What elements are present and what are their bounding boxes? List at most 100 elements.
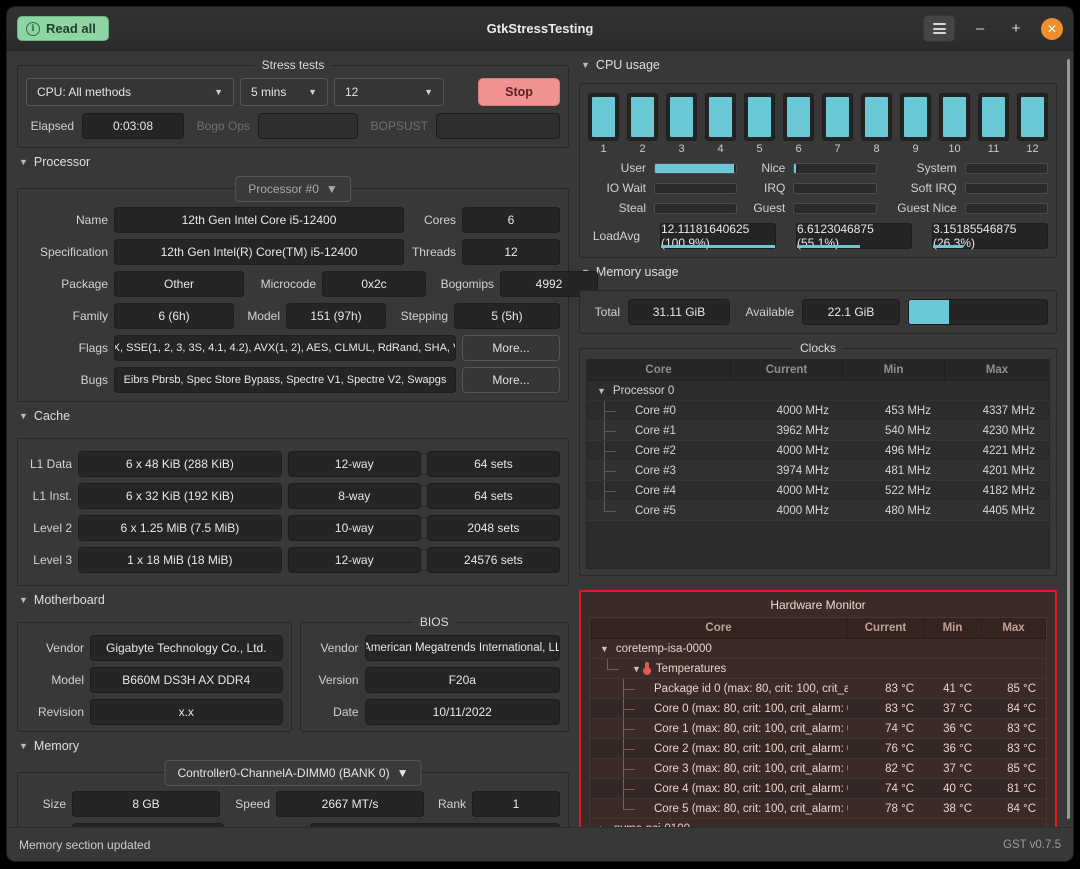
clocks-group-row[interactable]: ▼ Processor 0: [587, 381, 1049, 401]
flags-field[interactable]: MMX, SSE(1, 2, 3, 3S, 4.1, 4.2), AVX(1, …: [114, 335, 456, 361]
stress-duration-dropdown[interactable]: 5 mins▼: [240, 78, 328, 106]
clock-core-row[interactable]: Core #1 3962 MHz 540 MHz 4230 MHz: [587, 421, 1049, 441]
cpu-usage-section-expander[interactable]: ▼ CPU usage: [581, 58, 1057, 72]
maximize-button[interactable]: +: [1005, 18, 1027, 40]
hwmon-sensor-row[interactable]: Package id 0 (max: 80, crit: 100, crit_a…: [590, 679, 1046, 699]
bugs-field[interactable]: Eibrs Pbrsb, Spec Store Bypass, Spectre …: [114, 367, 456, 393]
clock-core-row[interactable]: Core #0 4000 MHz 453 MHz 4337 MHz: [587, 401, 1049, 421]
model-field[interactable]: 151 (97h): [286, 303, 386, 329]
stress-method-dropdown[interactable]: CPU: All methods▼: [26, 78, 234, 106]
loadavg-progress: [797, 245, 860, 248]
mem-available-field[interactable]: 22.1 GiB: [802, 299, 900, 325]
hwmon-sensor-row[interactable]: Core 2 (max: 80, crit: 100, crit_alarm: …: [590, 739, 1046, 759]
mobo-revision-field[interactable]: x.x: [90, 699, 283, 725]
hwmon-collapsed-device-row[interactable]: ▶ nvme-pci-0100: [590, 819, 1046, 827]
app-version: GST v0.7.5: [1003, 839, 1061, 851]
cpu-core-number: 1: [588, 143, 619, 155]
cache-ways-field[interactable]: 12-way: [288, 547, 421, 573]
memory-usage-section-expander[interactable]: ▼ Memory usage: [581, 265, 1057, 279]
bios-version-field[interactable]: F20a: [365, 667, 560, 693]
loadavg-label: LoadAvg: [588, 229, 640, 243]
dimm-selector-dropdown[interactable]: Controller0-ChannelA-DIMM0 (BANK 0)▼: [165, 760, 422, 786]
temp-min: 40 °C: [924, 783, 982, 795]
hwmon-sensor-row[interactable]: Core 1 (max: 80, crit: 100, crit_alarm: …: [590, 719, 1046, 739]
loadavg-field[interactable]: 12.11181640625 (100.9%): [660, 223, 776, 249]
usage-label: Nice: [745, 161, 785, 175]
specification-field[interactable]: 12th Gen Intel(R) Core(TM) i5-12400: [114, 239, 404, 265]
flags-more-button[interactable]: More...: [462, 335, 560, 361]
cpu-core-bar-fill: [709, 97, 732, 137]
cache-sets-field[interactable]: 2048 sets: [427, 515, 560, 541]
clock-min: 480 MHz: [843, 505, 945, 517]
bios-date-field[interactable]: 10/11/2022: [365, 699, 560, 725]
bugs-more-button[interactable]: More...: [462, 367, 560, 393]
cpu-core-number: 8: [861, 143, 892, 155]
vertical-scrollbar[interactable]: [1067, 59, 1070, 819]
processor-section-expander[interactable]: ▼ Processor: [19, 155, 569, 169]
family-field[interactable]: 6 (6h): [114, 303, 234, 329]
bios-date-label: Date: [309, 705, 359, 719]
threads-field[interactable]: 12: [462, 239, 560, 265]
cache-size-field[interactable]: 6 x 1.25 MiB (7.5 MiB): [78, 515, 282, 541]
processor-selector-dropdown[interactable]: Processor #0▼: [235, 176, 351, 202]
temp-current: 83 °C: [848, 683, 924, 695]
elapsed-field[interactable]: 0:03:08: [82, 113, 184, 139]
mem-size-field[interactable]: 8 GB: [72, 791, 220, 817]
cores-field[interactable]: 6: [462, 207, 560, 233]
hwmon-sensor-row[interactable]: Core 3 (max: 80, crit: 100, crit_alarm: …: [590, 759, 1046, 779]
hwmon-device-row[interactable]: ▼ coretemp-isa-0000: [590, 639, 1046, 659]
mem-speed-field[interactable]: 2667 MT/s: [276, 791, 424, 817]
loadavg-field[interactable]: 3.15185546875 (26.3%): [932, 223, 1048, 249]
clock-core-row[interactable]: Core #3 3974 MHz 481 MHz 4201 MHz: [587, 461, 1049, 481]
minimize-button[interactable]: –: [969, 18, 991, 40]
cache-sets-field[interactable]: 64 sets: [427, 483, 560, 509]
bios-vendor-field[interactable]: American Megatrends International, LL: [365, 635, 560, 661]
clock-core-row[interactable]: Core #2 4000 MHz 496 MHz 4221 MHz: [587, 441, 1049, 461]
memory-section-expander[interactable]: ▼ Memory: [19, 739, 569, 753]
mem-type-field[interactable]: DDR4: [72, 823, 224, 827]
temp-min: 38 °C: [924, 803, 982, 815]
stress-workers-dropdown[interactable]: 12▼: [334, 78, 444, 106]
cache-sets-field[interactable]: 24576 sets: [427, 547, 560, 573]
clock-core-row[interactable]: Core #5 4000 MHz 480 MHz 4405 MHz: [587, 501, 1049, 521]
motherboard-section-expander[interactable]: ▼ Motherboard: [19, 593, 569, 607]
usage-progressbar: [793, 203, 876, 214]
cache-ways-field[interactable]: 12-way: [288, 451, 421, 477]
cache-sets-field[interactable]: 64 sets: [427, 451, 560, 477]
mem-type-detail-field[interactable]: Synchronous: [310, 823, 560, 827]
model-label: Model: [240, 309, 280, 323]
cache-ways-field[interactable]: 10-way: [288, 515, 421, 541]
cache-size-field[interactable]: 1 x 18 MiB (18 MiB): [78, 547, 282, 573]
mem-total-field[interactable]: 31.11 GiB: [628, 299, 730, 325]
stop-button[interactable]: Stop: [478, 78, 560, 106]
loadavg-field[interactable]: 6.6123046875 (55.1%): [796, 223, 912, 249]
cpu-name-field[interactable]: 12th Gen Intel Core i5-12400: [114, 207, 404, 233]
clock-current: 4000 MHz: [731, 505, 843, 517]
stepping-field[interactable]: 5 (5h): [454, 303, 560, 329]
temp-current: 83 °C: [848, 703, 924, 715]
clock-current: 4000 MHz: [731, 405, 843, 417]
hamburger-menu-button[interactable]: [923, 15, 955, 42]
close-button[interactable]: ✕: [1041, 18, 1063, 40]
temp-max: 84 °C: [982, 703, 1046, 715]
hwmon-sensor-row[interactable]: Core 0 (max: 80, crit: 100, crit_alarm: …: [590, 699, 1046, 719]
cache-section-expander[interactable]: ▼ Cache: [19, 409, 569, 423]
read-all-button[interactable]: i Read all: [17, 16, 109, 41]
cpu-core-bar-fill: [826, 97, 849, 137]
hwmon-sensor-row[interactable]: Core 4 (max: 80, crit: 100, crit_alarm: …: [590, 779, 1046, 799]
cache-row: L1 Inst. 6 x 32 KiB (192 KiB) 8-way 64 s…: [26, 483, 560, 509]
package-field[interactable]: Other: [114, 271, 244, 297]
mobo-vendor-field[interactable]: Gigabyte Technology Co., Ltd.: [90, 635, 283, 661]
hwmon-sensor-row[interactable]: Core 5 (max: 80, crit: 100, crit_alarm: …: [590, 799, 1046, 819]
cache-size-field[interactable]: 6 x 48 KiB (288 KiB): [78, 451, 282, 477]
mem-rank-field[interactable]: 1: [472, 791, 560, 817]
microcode-field[interactable]: 0x2c: [322, 271, 426, 297]
cache-size-field[interactable]: 6 x 32 KiB (192 KiB): [78, 483, 282, 509]
hwmon-category-row[interactable]: ▼ Temperatures: [590, 659, 1046, 679]
cache-ways-field[interactable]: 8-way: [288, 483, 421, 509]
cores-label: Cores: [410, 213, 456, 227]
mobo-model-field[interactable]: B660M DS3H AX DDR4: [90, 667, 283, 693]
memory-panel: Controller0-ChannelA-DIMM0 (BANK 0)▼ Siz…: [17, 772, 569, 827]
clock-core-row[interactable]: Core #4 4000 MHz 522 MHz 4182 MHz: [587, 481, 1049, 501]
clock-max: 4182 MHz: [945, 485, 1049, 497]
